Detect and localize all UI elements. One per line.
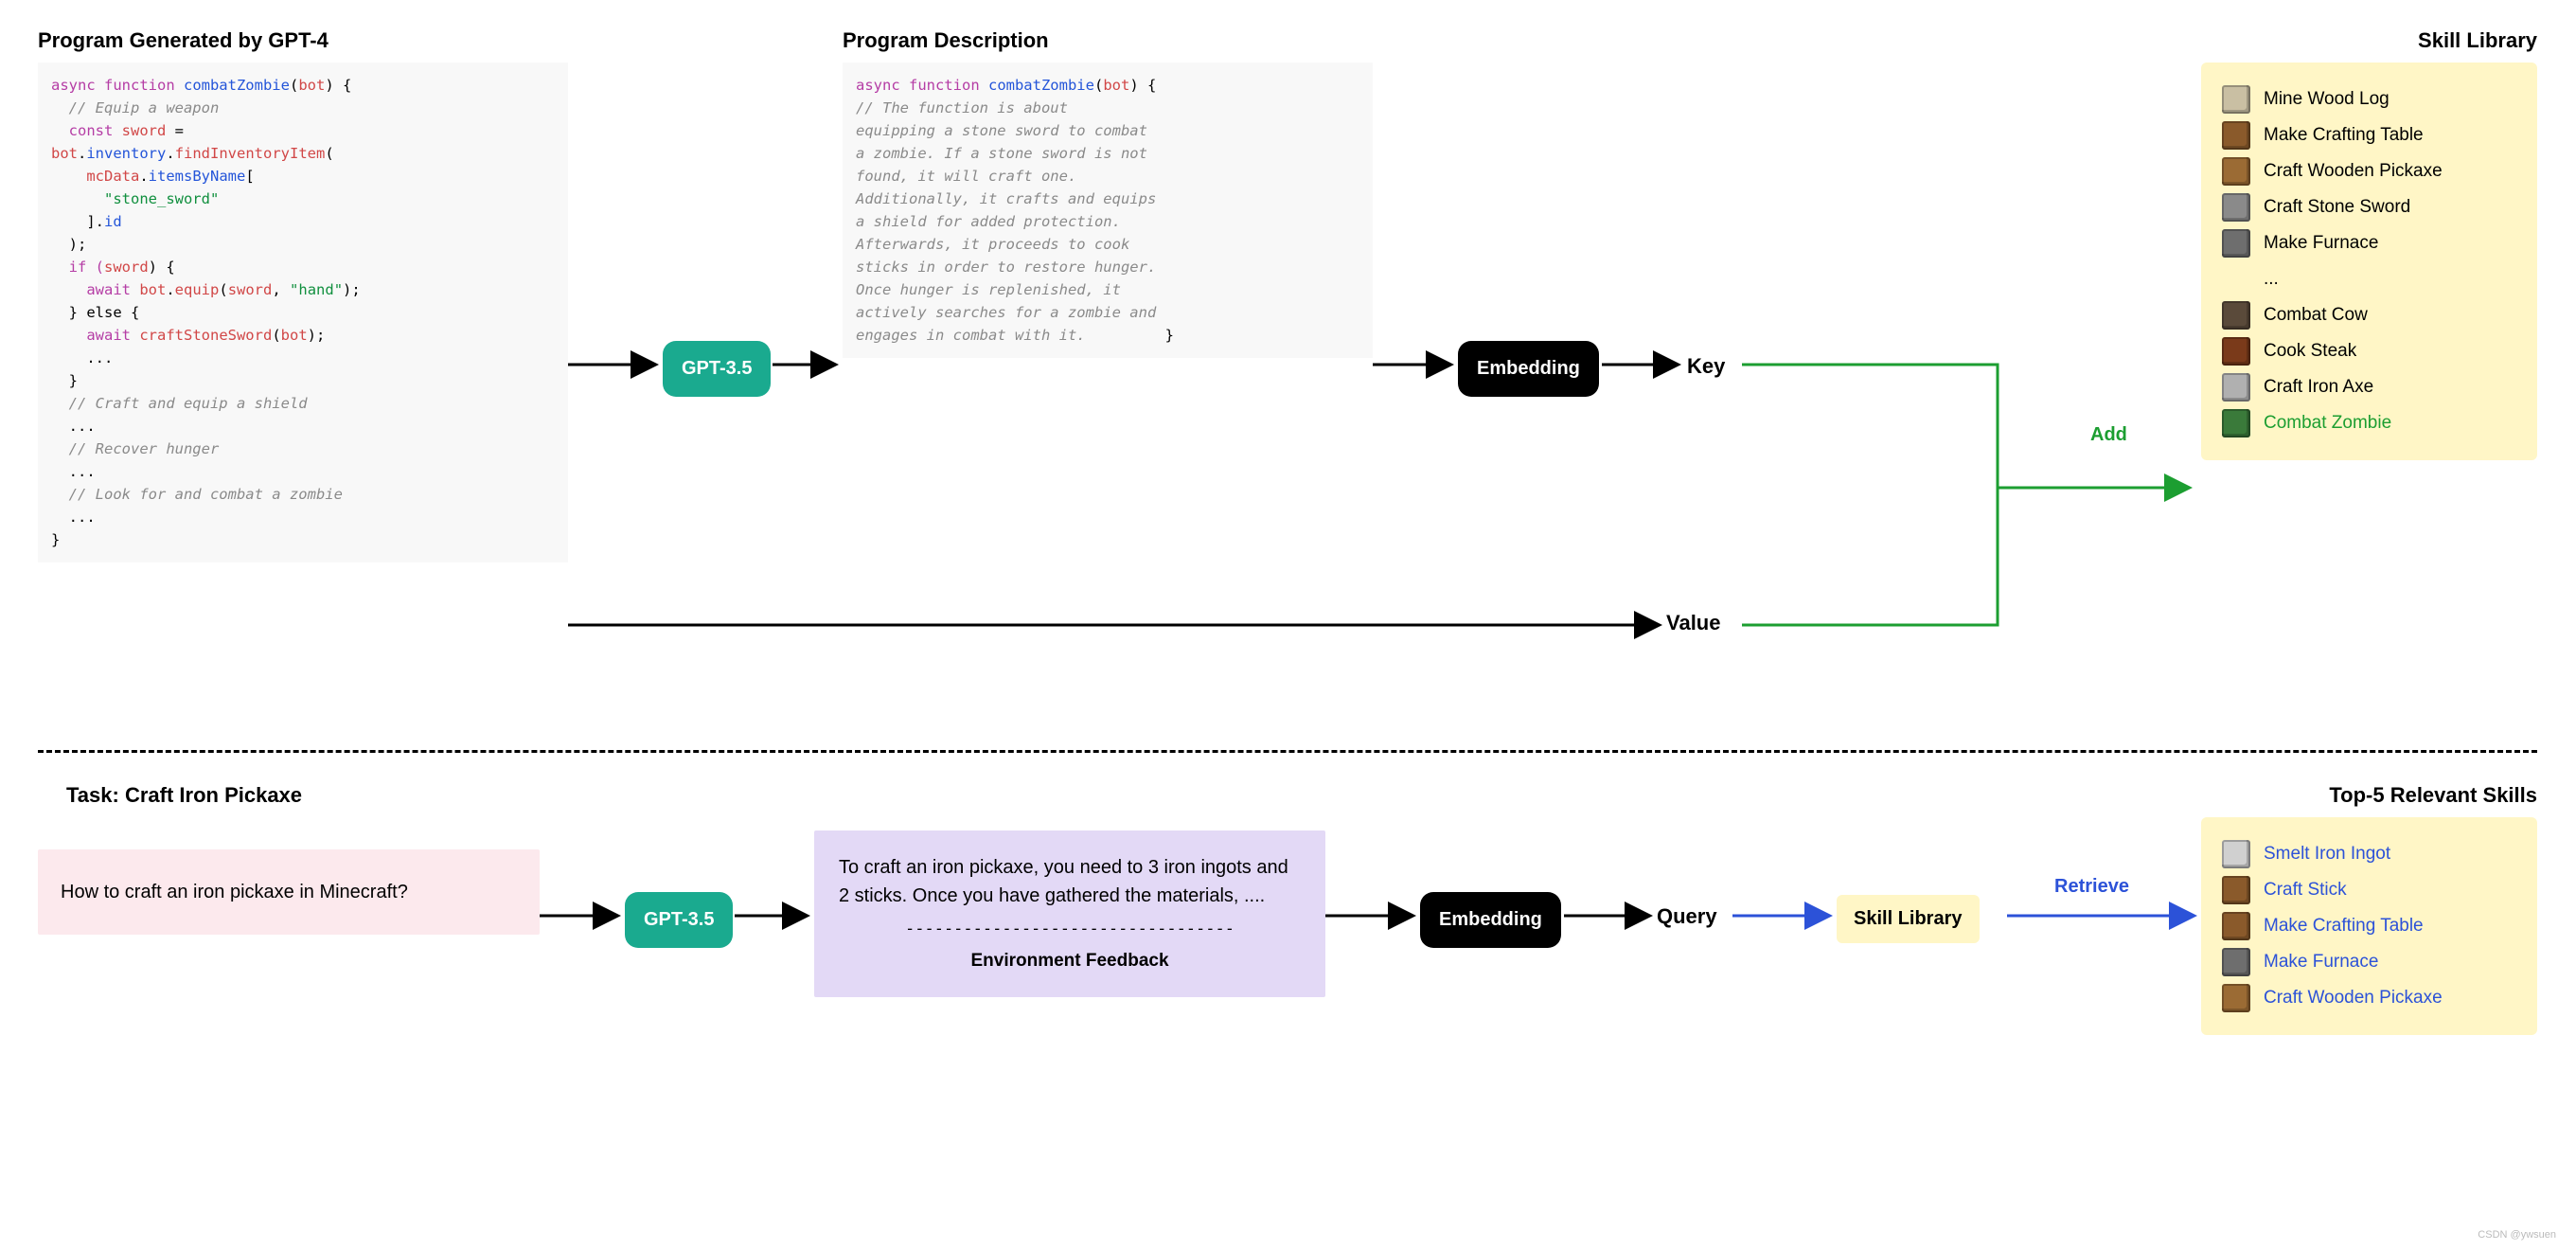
watermark: CSDN @ywsuen (2478, 1229, 2556, 1241)
diagram-container: Program Generated by GPT-4 async functio… (38, 28, 2537, 1222)
section-divider (38, 750, 2537, 753)
